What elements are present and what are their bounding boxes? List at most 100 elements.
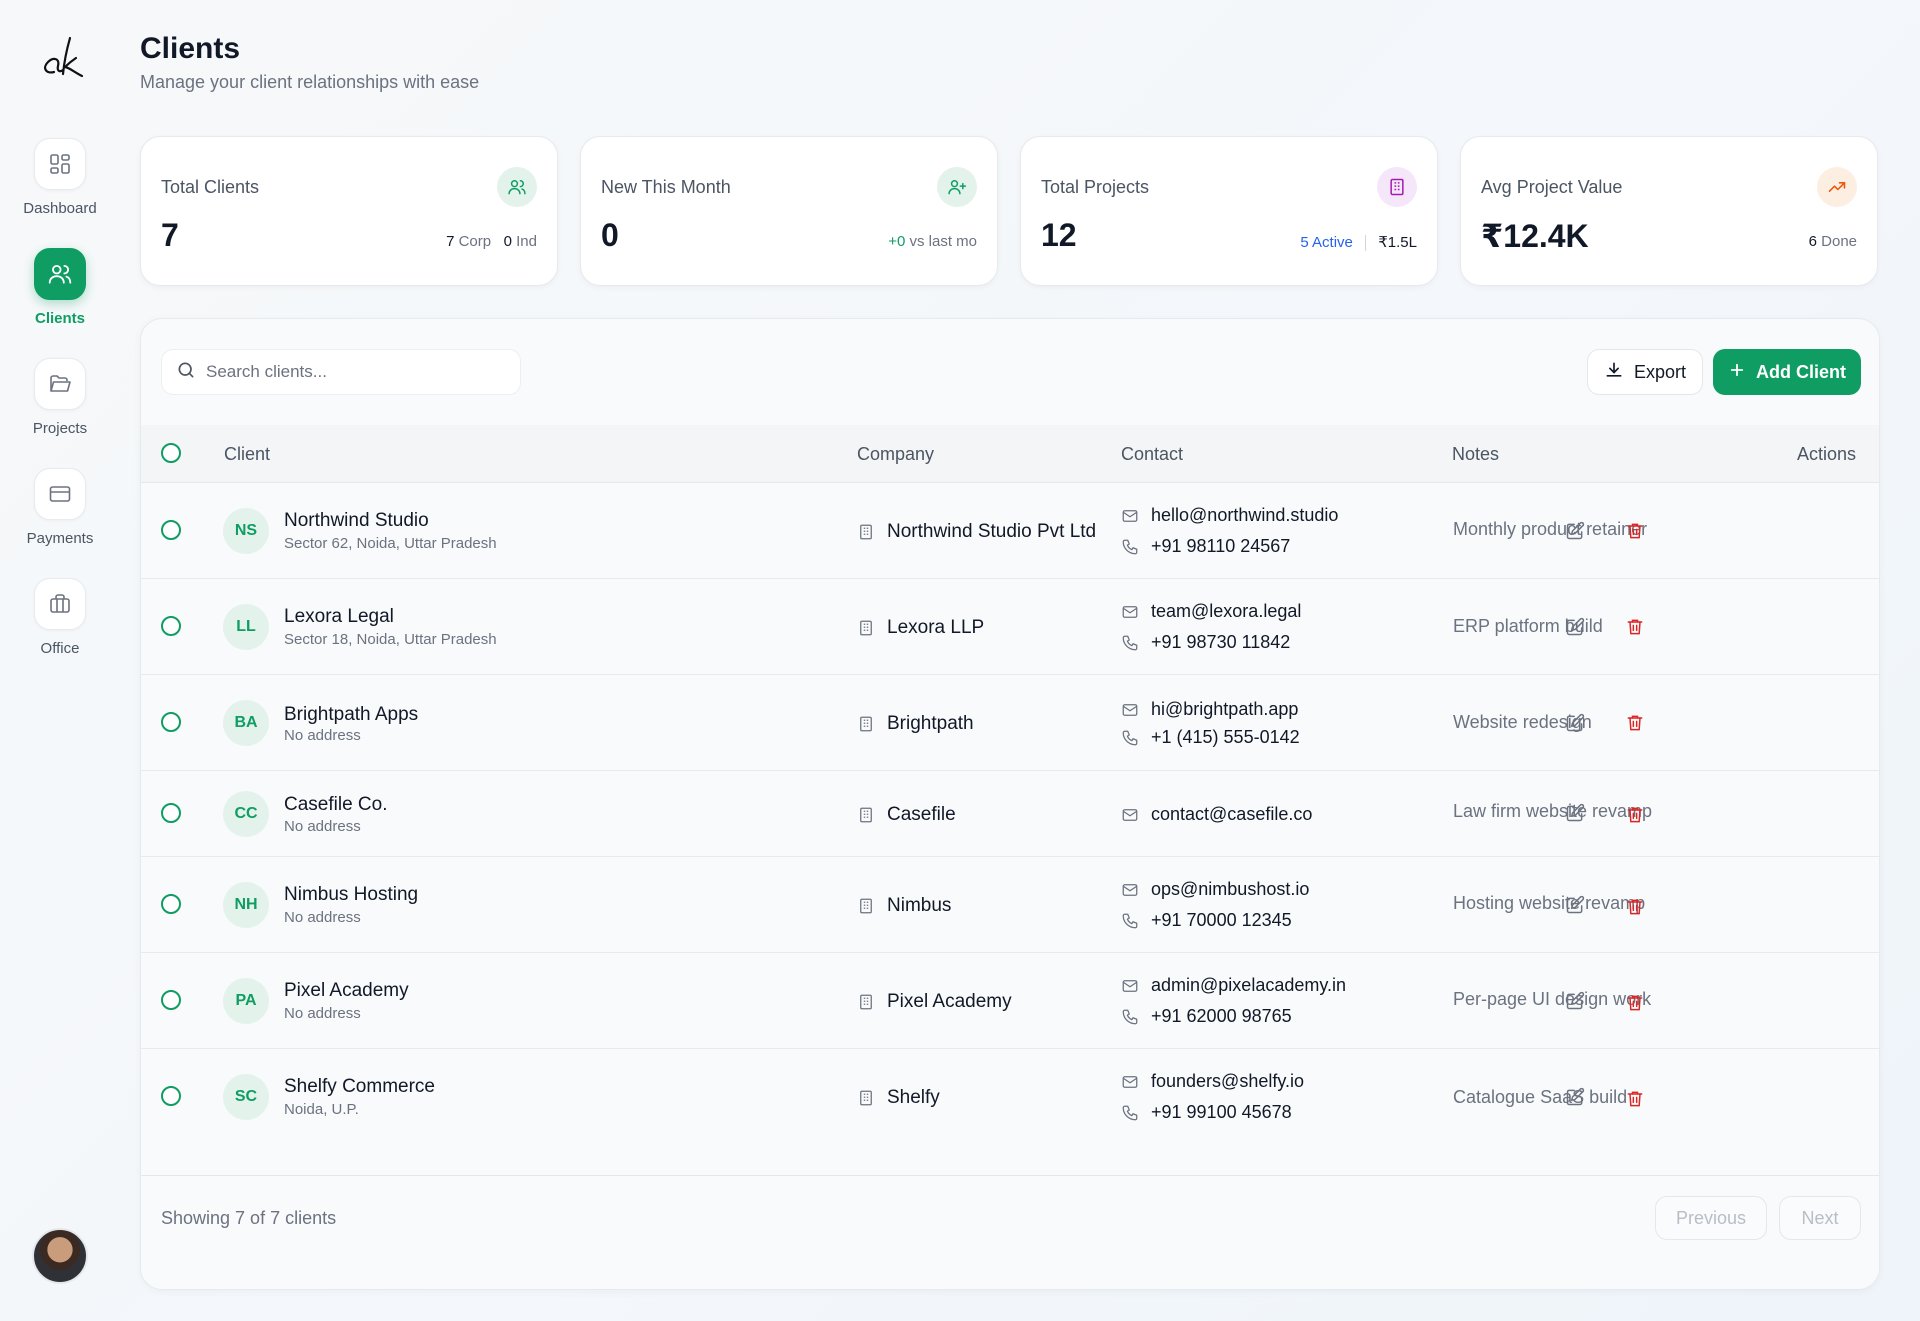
column-client[interactable]: Client <box>224 444 270 465</box>
row-checkbox[interactable] <box>161 990 181 1010</box>
company-name: Nimbus <box>887 895 952 916</box>
delete-button[interactable] <box>1621 613 1649 641</box>
add-client-label: Add Client <box>1756 361 1846 382</box>
edit-button[interactable] <box>1561 517 1589 545</box>
trash-icon <box>1627 619 1643 635</box>
stat-meta: 7 Corp 0 Ind <box>446 233 537 250</box>
sidebar-item-payments[interactable]: Payments <box>0 468 120 547</box>
client-name[interactable]: Casefile Co. <box>284 794 388 816</box>
logo <box>44 36 84 78</box>
column-notes[interactable]: Notes <box>1452 444 1499 465</box>
delete-button[interactable] <box>1621 801 1649 829</box>
edit-button[interactable] <box>1561 891 1589 919</box>
table-row[interactable]: CC Casefile Co. No address Casefile cont… <box>141 771 1879 857</box>
delete-button[interactable] <box>1621 709 1649 737</box>
sidebar-item-office[interactable]: Office <box>0 578 120 657</box>
contact-email[interactable]: contact@casefile.co <box>1121 804 1312 825</box>
column-company[interactable]: Company <box>857 444 934 465</box>
contact-email[interactable]: ops@nimbushost.io <box>1121 879 1309 900</box>
delete-button[interactable] <box>1621 989 1649 1017</box>
search-input[interactable] <box>206 362 506 382</box>
select-all-checkbox[interactable] <box>161 443 181 463</box>
row-checkbox[interactable] <box>161 1086 181 1106</box>
client-name[interactable]: Northwind Studio <box>284 510 429 532</box>
row-checkbox[interactable] <box>161 712 181 732</box>
phone-text: +91 98730 11842 <box>1151 632 1291 652</box>
table-row[interactable]: PA Pixel Academy No address Pixel Academ… <box>141 953 1879 1049</box>
add-client-button[interactable]: Add Client <box>1713 349 1861 395</box>
sidebar-item-label: Clients <box>34 310 85 327</box>
mail-icon <box>1122 1075 1138 1088</box>
edit-icon <box>1566 991 1585 1010</box>
download-icon <box>1604 360 1624 385</box>
edit-button[interactable] <box>1561 613 1589 641</box>
contact-phone[interactable]: +1 (415) 555-0142 <box>1121 727 1300 748</box>
table-row[interactable]: SC Shelfy Commerce Noida, U.P. Shelfy fo… <box>141 1049 1879 1145</box>
row-checkbox[interactable] <box>161 616 181 636</box>
search-icon <box>176 360 196 385</box>
client-company: Lexora LLP <box>857 617 984 639</box>
edit-icon <box>1566 1087 1585 1106</box>
phone-text: +91 70000 12345 <box>1151 910 1292 930</box>
table-row[interactable]: BA Brightpath Apps No address Brightpath… <box>141 675 1879 771</box>
edit-button[interactable] <box>1561 987 1589 1015</box>
client-name[interactable]: Nimbus Hosting <box>284 884 418 906</box>
delta-label: vs last mo <box>909 233 977 250</box>
folder-icon <box>34 358 86 410</box>
client-name[interactable]: Brightpath Apps <box>284 704 418 726</box>
client-name[interactable]: Lexora Legal <box>284 606 394 628</box>
company-name: Lexora LLP <box>887 617 985 638</box>
client-name[interactable]: Shelfy Commerce <box>284 1076 435 1098</box>
trash-icon <box>1627 523 1643 539</box>
table-row[interactable]: NS Northwind Studio Sector 62, Noida, Ut… <box>141 483 1879 579</box>
email-text: founders@shelfy.io <box>1151 1071 1305 1091</box>
row-checkbox[interactable] <box>161 894 181 914</box>
edit-button[interactable] <box>1561 1083 1589 1111</box>
delete-button[interactable] <box>1621 517 1649 545</box>
sidebar-item-clients[interactable]: Clients <box>0 248 120 327</box>
trash-icon <box>1627 899 1643 915</box>
export-button[interactable]: Export <box>1587 349 1703 395</box>
client-address: No address <box>284 1005 361 1022</box>
client-name[interactable]: Pixel Academy <box>284 980 409 1002</box>
stat-value: 0 <box>601 217 619 253</box>
phone-text: +91 99100 45678 <box>1151 1102 1292 1122</box>
next-button[interactable]: Next <box>1779 1196 1861 1240</box>
sidebar-item-dashboard[interactable]: Dashboard <box>0 138 120 217</box>
edit-button[interactable] <box>1561 799 1589 827</box>
building-icon <box>860 1090 872 1106</box>
export-label: Export <box>1633 361 1687 382</box>
phone-icon <box>1122 1009 1138 1024</box>
table-row[interactable]: NH Nimbus Hosting No address Nimbus ops@… <box>141 857 1879 953</box>
edit-button[interactable] <box>1561 709 1589 737</box>
column-actions: Actions <box>1797 444 1857 464</box>
edit-icon <box>1566 617 1585 636</box>
previous-button[interactable]: Previous <box>1655 1196 1767 1240</box>
table-row[interactable]: LL Lexora Legal Sector 18, Noida, Uttar … <box>141 579 1879 675</box>
contact-phone[interactable]: +91 62000 98765 <box>1121 1006 1292 1027</box>
contact-email[interactable]: founders@shelfy.io <box>1121 1071 1304 1092</box>
mail-icon <box>1122 605 1138 618</box>
contact-phone[interactable]: +91 98730 11842 <box>1121 632 1290 653</box>
contact-email[interactable]: hello@northwind.studio <box>1121 505 1338 526</box>
contact-phone[interactable]: +91 99100 45678 <box>1121 1102 1292 1123</box>
client-address: No address <box>284 909 361 926</box>
email-text: admin@pixelacademy.in <box>1151 975 1347 995</box>
sidebar-item-projects[interactable]: Projects <box>0 358 120 437</box>
stat-value: 7 <box>161 217 179 253</box>
users-icon <box>34 248 86 300</box>
search-box[interactable] <box>161 349 521 395</box>
delete-button[interactable] <box>1621 893 1649 921</box>
contact-email[interactable]: admin@pixelacademy.in <box>1121 975 1346 996</box>
delete-button[interactable] <box>1621 1085 1649 1113</box>
row-checkbox[interactable] <box>161 520 181 540</box>
contact-phone[interactable]: +91 98110 24567 <box>1121 536 1290 557</box>
contact-phone[interactable]: +91 70000 12345 <box>1121 910 1292 931</box>
avatar[interactable] <box>32 1228 88 1284</box>
sidebar-item-label: Office <box>40 640 80 657</box>
contact-email[interactable]: team@lexora.legal <box>1121 601 1301 622</box>
row-checkbox[interactable] <box>161 803 181 823</box>
column-contact[interactable]: Contact <box>1121 444 1183 465</box>
contact-email[interactable]: hi@brightpath.app <box>1121 699 1298 720</box>
building-icon <box>860 994 872 1010</box>
